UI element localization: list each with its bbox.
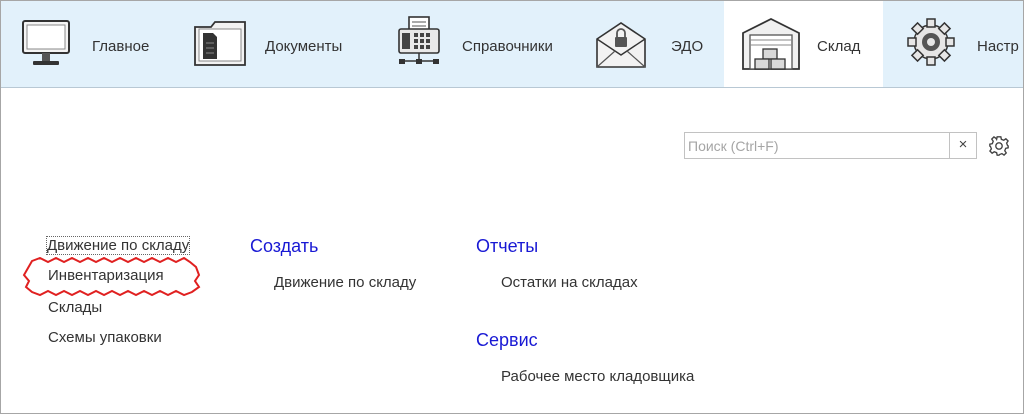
tab-settings[interactable]: Настр	[883, 1, 1023, 87]
tab-documents-label: Документы	[265, 38, 343, 55]
tab-documents[interactable]: Документы	[176, 1, 376, 87]
create-link-stock-movement[interactable]: Движение по складу	[274, 274, 416, 291]
nav-item-stock-movement[interactable]: Движение по складу	[45, 236, 191, 255]
tab-main[interactable]: Главное	[1, 1, 176, 87]
nav-item-packing-schemes[interactable]: Схемы упаковки	[48, 329, 162, 346]
clear-search-button[interactable]: ×	[949, 133, 976, 158]
section-toolbar: Главное Документы Справочники ЭДО Склад …	[1, 1, 1023, 88]
tab-references-label: Справочники	[462, 38, 553, 55]
monitor-icon	[22, 20, 70, 65]
tab-references[interactable]: Справочники	[376, 1, 576, 87]
service-link-storekeeper-workplace[interactable]: Рабочее место кладовщика	[501, 368, 694, 385]
section-title-service: Сервис	[476, 330, 538, 350]
search-input[interactable]	[685, 133, 952, 158]
tab-settings-label: Настр	[977, 38, 1019, 55]
fax-network-icon	[398, 16, 440, 64]
gear-icon[interactable]	[988, 135, 1010, 157]
app-window: Главное Документы Справочники ЭДО Склад …	[0, 0, 1024, 414]
report-link-stock-balances[interactable]: Остатки на складах	[501, 274, 638, 291]
tab-warehouse-label: Склад	[817, 38, 861, 55]
search-box: ×	[684, 132, 977, 159]
folder-document-icon	[194, 21, 246, 66]
tab-edo[interactable]: ЭДО	[576, 1, 724, 87]
section-title-reports: Отчеты	[476, 236, 539, 256]
section-title-create: Создать	[250, 236, 319, 256]
settings-gear-icon	[907, 18, 955, 66]
warehouse-icon	[742, 17, 800, 70]
tab-main-label: Главное	[92, 38, 150, 55]
tab-warehouse[interactable]: Склад	[724, 1, 883, 87]
secure-mail-icon	[596, 22, 646, 68]
tab-edo-label: ЭДО	[671, 38, 704, 55]
nav-item-warehouses[interactable]: Склады	[48, 299, 102, 316]
highlight-marker	[22, 257, 201, 297]
